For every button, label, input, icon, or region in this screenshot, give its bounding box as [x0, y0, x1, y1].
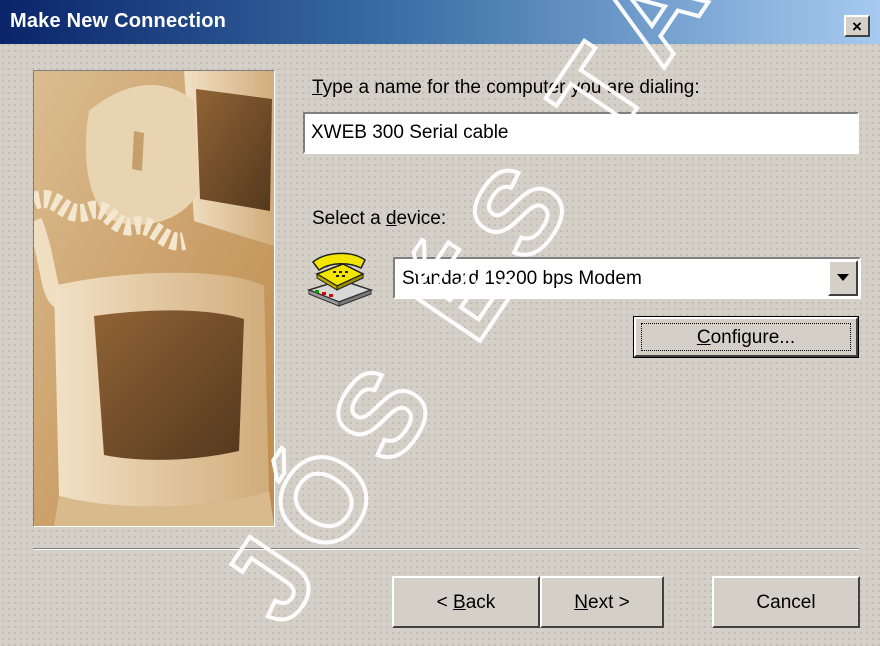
close-button[interactable]: ×: [844, 15, 870, 37]
dialog-title: Make New Connection: [10, 10, 227, 32]
next-button[interactable]: Next >: [540, 576, 664, 628]
back-label-rest: ack: [465, 592, 496, 613]
title-bar[interactable]: Make New Connection ×: [0, 0, 880, 44]
button-separator: [33, 548, 859, 550]
next-button-label: Next >: [574, 592, 629, 613]
next-accelerator: N: [574, 592, 588, 613]
computer-name-input[interactable]: [303, 112, 859, 154]
cancel-button[interactable]: Cancel: [712, 576, 860, 628]
device-label-text-start: Select a: [312, 208, 386, 229]
next-label-rest: ext >: [588, 592, 630, 613]
select-device-label: Select a device:: [312, 208, 446, 230]
back-accelerator: B: [453, 592, 466, 613]
device-label-text: evice:: [396, 208, 447, 229]
back-button[interactable]: < Back: [392, 576, 540, 628]
configure-accelerator: C: [696, 327, 711, 348]
computers-illustration: [33, 70, 275, 527]
configure-label-rest: onfigure...: [710, 327, 796, 348]
back-label-start: <: [436, 592, 454, 613]
device-label-accelerator: d: [385, 208, 397, 229]
device-dropdown-button[interactable]: [828, 260, 858, 296]
name-label-accelerator: T: [312, 77, 323, 98]
device-select-value: Standard 19200 bps Modem: [402, 268, 642, 289]
computer-name-label: Type a name for the computer you are dia…: [312, 77, 700, 99]
configure-button[interactable]: Configure...: [633, 316, 859, 358]
chevron-down-icon: [837, 274, 849, 281]
name-label-text: ype a name for the computer you are dial…: [322, 77, 700, 98]
modem-phone-icon: [305, 250, 375, 308]
cancel-button-label: Cancel: [756, 592, 816, 613]
back-button-label: < Back: [437, 592, 496, 613]
make-new-connection-dialog: Make New Connection × Type a name for th…: [0, 0, 880, 646]
device-select[interactable]: Standard 19200 bps Modem: [393, 257, 861, 299]
close-icon: ×: [852, 17, 862, 36]
configure-button-label: Configure...: [697, 327, 795, 348]
